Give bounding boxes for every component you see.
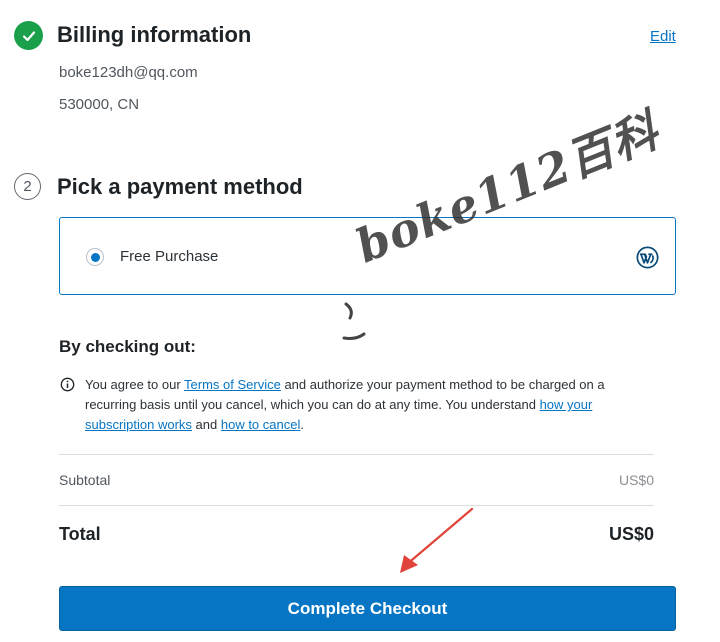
- subtotal-value: US$0: [618, 472, 654, 488]
- terms-paragraph: You agree to our Terms of Service and au…: [85, 375, 635, 435]
- wordpress-logo-icon: [636, 246, 659, 274]
- terms-text-1: You agree to our: [85, 377, 185, 392]
- total-label: Total: [59, 524, 101, 544]
- annotation-arrow-icon: [400, 507, 474, 573]
- billing-email: boke123dh@qq.com: [59, 64, 198, 81]
- total-value: US$0: [608, 524, 654, 544]
- info-icon: [60, 377, 75, 397]
- payment-title: Pick a payment method: [57, 174, 303, 199]
- complete-checkout-button[interactable]: Complete Checkout: [59, 586, 676, 631]
- subtotal-label: Subtotal: [59, 472, 111, 488]
- edit-billing-link[interactable]: Edit: [650, 28, 676, 45]
- terms-text-4: .: [300, 417, 304, 432]
- payment-option-label: Free Purchase: [120, 248, 219, 265]
- step-number-badge: 2: [14, 173, 41, 200]
- step-complete-check-icon: [14, 21, 43, 50]
- payment-radio[interactable]: [86, 248, 104, 266]
- how-to-cancel-link[interactable]: how to cancel: [221, 417, 301, 432]
- terms-heading: By checking out:: [59, 337, 196, 356]
- billing-title: Billing information: [57, 22, 252, 47]
- summary-divider-bottom: [59, 505, 654, 506]
- watermark-swoosh-icon: [342, 300, 372, 350]
- terms-text-3: and: [191, 417, 221, 432]
- radio-selected-dot: [90, 252, 100, 262]
- summary-divider-top: [59, 454, 654, 455]
- terms-of-service-link[interactable]: Terms of Service: [184, 377, 281, 392]
- billing-location: 530000, CN: [59, 96, 140, 113]
